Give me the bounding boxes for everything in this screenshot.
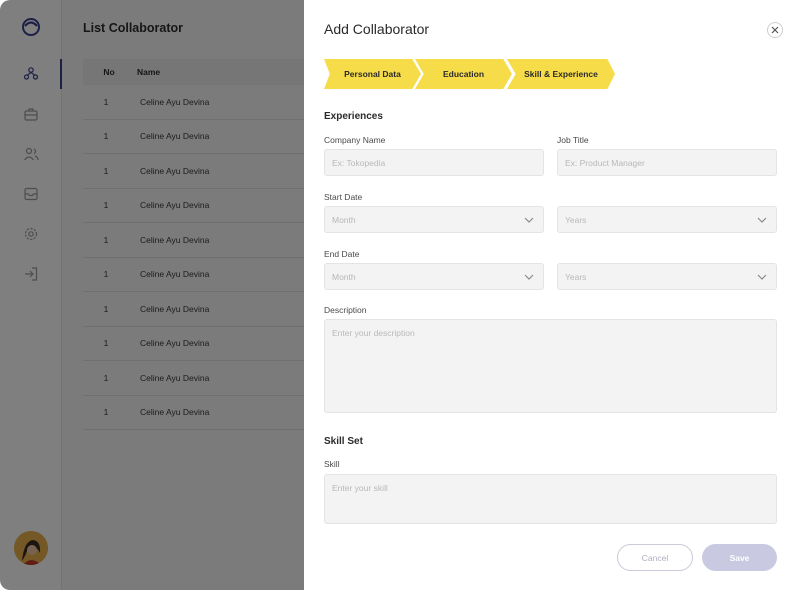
description-label: Description xyxy=(324,305,367,315)
end-year-select[interactable]: Years xyxy=(557,263,777,290)
description-textarea[interactable]: Enter your description xyxy=(324,319,777,413)
modal-backdrop[interactable] xyxy=(0,0,304,590)
end-date-label: End Date xyxy=(324,249,360,259)
start-year-select[interactable]: Years xyxy=(557,206,777,233)
step-education[interactable]: Education xyxy=(415,59,512,89)
start-month-value: Month xyxy=(332,214,356,225)
close-button[interactable] xyxy=(767,22,783,38)
chevron-down-icon xyxy=(757,274,767,280)
cancel-button[interactable]: Cancel xyxy=(617,544,693,571)
close-icon xyxy=(771,26,779,34)
end-month-select[interactable]: Month xyxy=(324,263,544,290)
start-year-value: Years xyxy=(565,214,587,225)
end-month-value: Month xyxy=(332,271,356,282)
company-name-label: Company Name xyxy=(324,135,386,145)
save-button[interactable]: Save xyxy=(702,544,777,571)
chevron-down-icon xyxy=(757,217,767,223)
end-year-value: Years xyxy=(565,271,587,282)
add-collaborator-drawer: Add Collaborator Personal Data Education… xyxy=(304,0,800,590)
chevron-down-icon xyxy=(524,217,534,223)
start-month-select[interactable]: Month xyxy=(324,206,544,233)
chevron-down-icon xyxy=(524,274,534,280)
skill-label: Skill xyxy=(324,459,340,469)
job-title-label: Job Title xyxy=(557,135,589,145)
start-date-label: Start Date xyxy=(324,192,363,202)
skill-input[interactable]: Enter your skill xyxy=(324,474,777,524)
skill-set-heading: Skill Set xyxy=(324,436,363,447)
step-personal-data[interactable]: Personal Data xyxy=(324,59,421,89)
step-skill-experience[interactable]: Skill & Experience xyxy=(507,59,615,89)
experiences-heading: Experiences xyxy=(324,111,383,122)
app-window: List Collaborator No Name 1Celine Ayu De… xyxy=(0,0,800,590)
company-name-input[interactable]: Ex: Tokopedia xyxy=(324,149,544,176)
job-title-input[interactable]: Ex: Product Manager xyxy=(557,149,777,176)
drawer-title: Add Collaborator xyxy=(324,21,430,37)
